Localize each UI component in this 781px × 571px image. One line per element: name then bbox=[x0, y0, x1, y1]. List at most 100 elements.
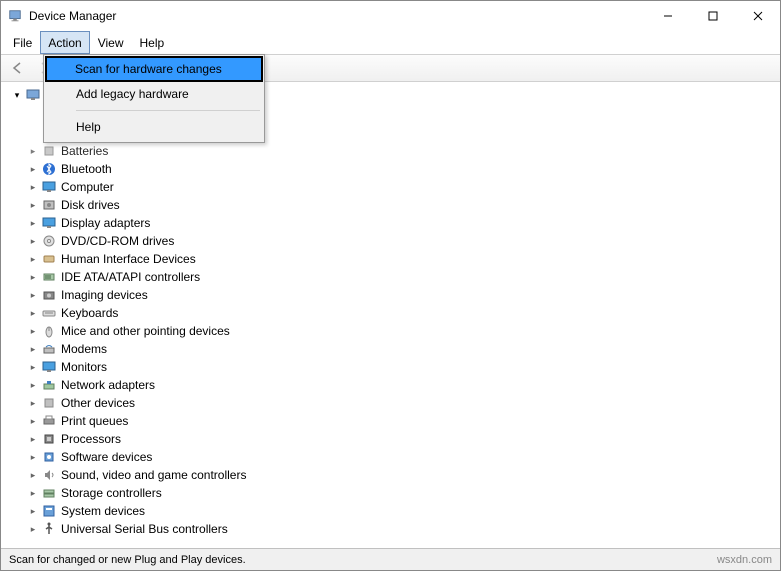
tree-item-label: Mice and other pointing devices bbox=[61, 324, 230, 338]
tree-item[interactable]: ▸Display adapters bbox=[3, 214, 778, 232]
bt-icon bbox=[41, 161, 57, 177]
menu-action[interactable]: Action bbox=[40, 31, 89, 54]
chevron-right-icon[interactable]: ▸ bbox=[27, 307, 39, 319]
window-controls bbox=[645, 1, 780, 31]
tree-item[interactable]: ▸ Print queues bbox=[3, 412, 778, 430]
chevron-right-icon[interactable]: ▸ bbox=[27, 289, 39, 301]
tree-item[interactable]: ▸Other devices bbox=[3, 394, 778, 412]
ide-icon bbox=[41, 269, 57, 285]
tree-item[interactable]: ▸ Mice and other pointing devices bbox=[3, 322, 778, 340]
chevron-right-icon[interactable]: ▸ bbox=[27, 181, 39, 193]
menu-help[interactable]: Help bbox=[132, 31, 173, 54]
tree-item-label: Print queues bbox=[61, 414, 128, 428]
chevron-right-icon[interactable]: ▸ bbox=[27, 433, 39, 445]
device-manager-window: Device Manager File Action View Help Sca… bbox=[0, 0, 781, 571]
tree-item[interactable]: ▸ Software devices bbox=[3, 448, 778, 466]
camera-icon bbox=[41, 287, 57, 303]
modem-icon bbox=[41, 341, 57, 357]
tree-item-label: Disk drives bbox=[61, 198, 120, 212]
tree-item[interactable]: ▸ Batteries bbox=[3, 142, 778, 160]
source-link: wsxdn.com bbox=[717, 554, 772, 566]
tree-item[interactable]: ▸ Human Interface Devices bbox=[3, 250, 778, 268]
status-text: Scan for changed or new Plug and Play de… bbox=[9, 554, 246, 566]
tree-item-label: Network adapters bbox=[61, 378, 155, 392]
tree-item[interactable]: ▸ Storage controllers bbox=[3, 484, 778, 502]
storage-icon bbox=[41, 485, 57, 501]
device-manager-icon bbox=[7, 8, 23, 24]
chevron-right-icon[interactable]: ▸ bbox=[27, 271, 39, 283]
menu-view[interactable]: View bbox=[90, 31, 132, 54]
tree-item[interactable]: ▸System devices bbox=[3, 502, 778, 520]
chevron-right-icon[interactable]: ▸ bbox=[27, 469, 39, 481]
tree-item-label: Bluetooth bbox=[61, 162, 112, 176]
monitor-icon bbox=[41, 359, 57, 375]
tree-item[interactable]: ▸ Universal Serial Bus controllers bbox=[3, 520, 778, 538]
minimize-button[interactable] bbox=[645, 1, 690, 31]
cpu-icon bbox=[41, 431, 57, 447]
net-icon bbox=[41, 377, 57, 393]
tree-item[interactable]: ▸ Keyboards bbox=[3, 304, 778, 322]
tree-item-label: Universal Serial Bus controllers bbox=[61, 522, 228, 536]
tree-item-label: DVD/CD-ROM drives bbox=[61, 234, 174, 248]
chevron-right-icon[interactable]: ▸ bbox=[27, 235, 39, 247]
menu-separator bbox=[76, 110, 260, 111]
chevron-right-icon[interactable]: ▸ bbox=[27, 199, 39, 211]
tree-item[interactable]: ▸ Monitors bbox=[3, 358, 778, 376]
chevron-right-icon[interactable]: ▸ bbox=[27, 217, 39, 229]
tree-item-label: Batteries bbox=[61, 144, 108, 158]
tree-item[interactable]: ▸ Imaging devices bbox=[3, 286, 778, 304]
menu-item-add-legacy[interactable]: Add legacy hardware bbox=[46, 81, 262, 107]
tree-item-label: Human Interface Devices bbox=[61, 252, 196, 266]
tree-item[interactable]: ▸Modems bbox=[3, 340, 778, 358]
expander-icon[interactable]: ▾ bbox=[11, 89, 23, 101]
chevron-right-icon[interactable]: ▸ bbox=[27, 361, 39, 373]
device-tree-area[interactable]: ▾ ▸Batteries▸Bluetooth▸Computer▸Disk dri… bbox=[1, 82, 780, 548]
keyboard-icon bbox=[41, 305, 57, 321]
menu-file[interactable]: File bbox=[5, 31, 40, 54]
chevron-right-icon[interactable]: ▸ bbox=[27, 163, 39, 175]
tree-item[interactable]: ▸ Processors bbox=[3, 430, 778, 448]
tree-item-label: Sound, video and game controllers bbox=[61, 468, 246, 482]
mouse-icon bbox=[41, 323, 57, 339]
tree-item[interactable]: ▸Computer bbox=[3, 178, 778, 196]
toolbar-back-button[interactable] bbox=[7, 57, 29, 79]
tree-item[interactable]: ▸ Sound, video and game controllers bbox=[3, 466, 778, 484]
tree-item[interactable]: ▸ DVD/CD-ROM drives bbox=[3, 232, 778, 250]
monitor-icon bbox=[41, 179, 57, 195]
tree-item-label: Keyboards bbox=[61, 306, 118, 320]
computer-root-icon bbox=[25, 87, 41, 103]
tree-item-label: Processors bbox=[61, 432, 121, 446]
status-bar: Scan for changed or new Plug and Play de… bbox=[1, 548, 780, 570]
tree-item[interactable]: ▸ Disk drives bbox=[3, 196, 778, 214]
tree-item-label: Storage controllers bbox=[61, 486, 162, 500]
chevron-right-icon[interactable]: ▸ bbox=[27, 379, 39, 391]
battery-icon bbox=[41, 143, 57, 159]
chevron-right-icon[interactable]: ▸ bbox=[27, 325, 39, 337]
system-icon bbox=[41, 503, 57, 519]
chevron-right-icon[interactable]: ▸ bbox=[27, 523, 39, 535]
tree-item[interactable]: ▸IDE ATA/ATAPI controllers bbox=[3, 268, 778, 286]
tree-item[interactable]: ▸ Network adapters bbox=[3, 376, 778, 394]
tree-item-label: Imaging devices bbox=[61, 288, 148, 302]
chevron-right-icon[interactable]: ▸ bbox=[27, 451, 39, 463]
chevron-right-icon[interactable]: ▸ bbox=[27, 397, 39, 409]
tree-item[interactable]: ▸ Bluetooth bbox=[3, 160, 778, 178]
device-tree: ▾ ▸Batteries▸Bluetooth▸Computer▸Disk dri… bbox=[3, 86, 778, 538]
hid-icon bbox=[41, 251, 57, 267]
monitor-icon bbox=[41, 215, 57, 231]
chevron-right-icon[interactable]: ▸ bbox=[27, 487, 39, 499]
sound-icon bbox=[41, 467, 57, 483]
maximize-button[interactable] bbox=[690, 1, 735, 31]
menu-item-scan-hardware[interactable]: Scan for hardware changes bbox=[45, 56, 263, 82]
chevron-right-icon[interactable]: ▸ bbox=[27, 253, 39, 265]
menu-item-help[interactable]: Help bbox=[46, 114, 262, 140]
chevron-right-icon[interactable]: ▸ bbox=[27, 415, 39, 427]
chevron-right-icon[interactable]: ▸ bbox=[27, 343, 39, 355]
chevron-right-icon[interactable]: ▸ bbox=[27, 145, 39, 157]
title-bar: Device Manager bbox=[1, 1, 780, 31]
chevron-right-icon[interactable]: ▸ bbox=[27, 505, 39, 517]
disk-icon bbox=[41, 197, 57, 213]
tree-item-label: Monitors bbox=[61, 360, 107, 374]
tree-item-label: Software devices bbox=[61, 450, 152, 464]
close-button[interactable] bbox=[735, 1, 780, 31]
